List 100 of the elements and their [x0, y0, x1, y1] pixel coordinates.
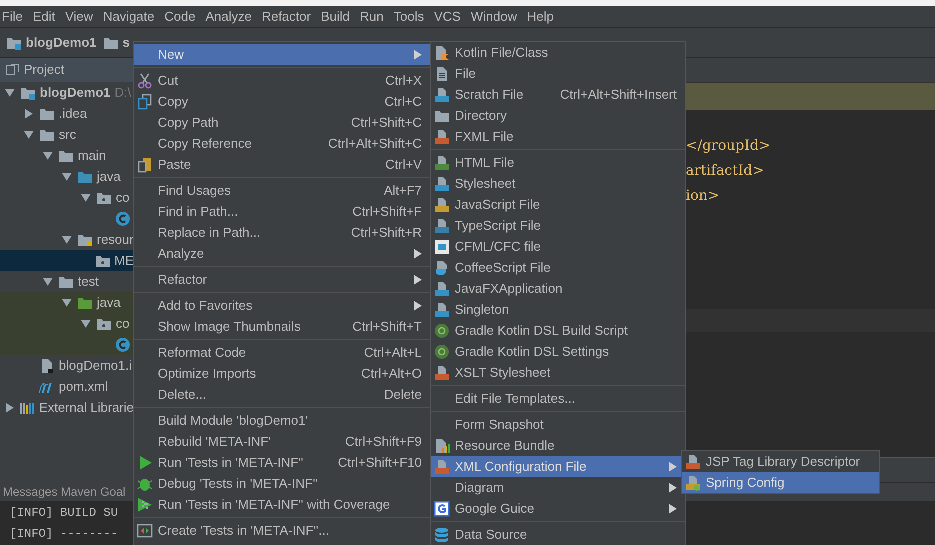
- menu-bar-item[interactable]: Code: [164, 6, 196, 26]
- menu-item[interactable]: Find in Path... Ctrl+Shift+F: [134, 201, 430, 222]
- menu-item[interactable]: Copy Reference Ctrl+Alt+Shift+C: [134, 133, 430, 154]
- menu-bar-item[interactable]: Refactor: [262, 6, 312, 26]
- menu-item[interactable]: Gradle Kotlin DSL Build Script: [431, 320, 685, 341]
- tree-row[interactable]: blogDemo1.i: [0, 355, 134, 376]
- tree-row[interactable]: .idea: [0, 103, 134, 124]
- menu-item[interactable]: Resource Bundle: [431, 435, 685, 456]
- menu-bar-item[interactable]: File: [2, 6, 23, 26]
- tree-row[interactable]: test: [0, 271, 134, 292]
- menu-item[interactable]: Kotlin File/Class: [431, 42, 685, 63]
- expand-arrow-icon[interactable]: [81, 192, 91, 202]
- expand-arrow-icon[interactable]: [62, 298, 72, 308]
- xml-file-icon: [434, 128, 450, 144]
- breadcrumb-item[interactable]: blogDemo1: [6, 32, 97, 52]
- menu-item[interactable]: Run 'Tests in 'META-INF'' with Coverage: [134, 494, 430, 515]
- menu-bar-item[interactable]: VCS: [434, 6, 461, 26]
- tree-label: java: [97, 168, 121, 186]
- menu-item[interactable]: Diagram: [431, 477, 685, 498]
- tree-row[interactable]: [0, 334, 134, 355]
- tree-row[interactable]: resour: [0, 229, 134, 250]
- menu-bar-item[interactable]: Analyze: [206, 6, 252, 26]
- menu-item[interactable]: Run 'Tests in 'META-INF'' Ctrl+Shift+F10: [134, 452, 430, 473]
- menu-bar-item[interactable]: Help: [527, 6, 554, 26]
- menu-bar-item[interactable]: Navigate: [103, 6, 155, 26]
- menu-item[interactable]: FXML File: [431, 126, 685, 147]
- expand-arrow-icon[interactable]: [62, 172, 72, 182]
- xml-file-icon: [434, 458, 450, 474]
- menu-item[interactable]: Show Image Thumbnails Ctrl+Shift+T: [134, 316, 430, 337]
- menu-item[interactable]: Singleton: [431, 299, 685, 320]
- expand-arrow-icon[interactable]: [43, 276, 53, 286]
- menu-item[interactable]: Delete... Delete: [134, 384, 430, 405]
- menu-bar-item[interactable]: Edit: [32, 6, 56, 26]
- menu-bar-item[interactable]: Build: [321, 6, 350, 26]
- menu-item[interactable]: JSP Tag Library Descriptor: [682, 451, 879, 472]
- tree-row[interactable]: blogDemo1 D:\: [0, 82, 134, 103]
- menu-item[interactable]: Paste Ctrl+V: [134, 154, 430, 175]
- menu-item[interactable]: File: [431, 63, 685, 84]
- menu-bar-item[interactable]: Window: [470, 6, 518, 26]
- menu-item[interactable]: TypeScript File: [431, 215, 685, 236]
- menu-item[interactable]: Analyze: [134, 243, 430, 264]
- menu-item[interactable]: Build Module 'blogDemo1': [134, 410, 430, 431]
- tree-label: main: [78, 146, 106, 165]
- shortcut-label: Ctrl+Alt+O: [361, 364, 422, 383]
- menu-item[interactable]: Directory: [431, 105, 685, 126]
- menu-item[interactable]: Scratch File Ctrl+Alt+Shift+Insert: [431, 84, 685, 105]
- code-line: artifactId>: [686, 162, 766, 181]
- shortcut-label: Ctrl+X: [386, 72, 422, 90]
- expand-arrow-icon[interactable]: [62, 234, 72, 244]
- menu-item[interactable]: Find Usages Alt+F7: [134, 180, 430, 201]
- tree-row[interactable]: External Librarie: [0, 397, 134, 418]
- menu-item[interactable]: Reformat Code Ctrl+Alt+L: [134, 342, 430, 363]
- menu-item[interactable]: New: [134, 44, 430, 65]
- menu-bar-item[interactable]: Run: [360, 6, 384, 26]
- collapse-arrow-icon[interactable]: [25, 108, 33, 118]
- menu-item[interactable]: CoffeeScript File: [431, 257, 685, 278]
- breadcrumb-item[interactable]: s: [102, 32, 130, 52]
- menu-item[interactable]: Replace in Path... Ctrl+Shift+R: [134, 222, 430, 243]
- menu-item[interactable]: Optimize Imports Ctrl+Alt+O: [134, 363, 430, 384]
- menu-bar-item[interactable]: Tools: [394, 6, 424, 26]
- menu-item[interactable]: Debug 'Tests in 'META-INF'': [134, 473, 430, 494]
- expand-arrow-icon[interactable]: [24, 130, 34, 140]
- menu-item[interactable]: Gradle Kotlin DSL Settings: [431, 341, 685, 362]
- expand-arrow-icon[interactable]: [81, 318, 91, 328]
- expand-arrow-icon[interactable]: [43, 150, 53, 160]
- tree-row[interactable]: src: [0, 124, 134, 145]
- menu-item[interactable]: Rebuild 'META-INF' Ctrl+Shift+F9: [134, 431, 430, 452]
- tree-row[interactable]: ME: [0, 250, 134, 271]
- menu-item[interactable]: JavaFXApplication: [431, 278, 685, 299]
- menu-item[interactable]: Data Source: [431, 524, 685, 545]
- menu-item[interactable]: Copy Path Ctrl+Shift+C: [134, 112, 430, 133]
- tree-row[interactable]: java: [0, 292, 134, 313]
- menu-item[interactable]: Form Snapshot: [431, 414, 685, 435]
- menu-item[interactable]: Create 'Tests in 'META-INF''...: [134, 520, 430, 541]
- tree-row[interactable]: main: [0, 145, 134, 166]
- tree-row[interactable]: pom.xml: [0, 376, 134, 397]
- menu-item[interactable]: JavaScript File: [431, 194, 685, 215]
- menu-item[interactable]: Add to Favorites: [134, 295, 430, 316]
- menu-item[interactable]: HTML File: [431, 152, 685, 173]
- menu-item[interactable]: Edit File Templates...: [431, 388, 685, 409]
- shortcut-label: Ctrl+Shift+F10: [338, 454, 422, 472]
- menu-bar-item[interactable]: View: [65, 6, 94, 26]
- tree-row[interactable]: co: [0, 313, 134, 334]
- kotlin-file-icon: [434, 44, 450, 60]
- expand-arrow-icon[interactable]: [5, 88, 15, 98]
- collapse-arrow-icon[interactable]: [6, 402, 14, 412]
- shortcut-label: Ctrl+Shift+F9: [345, 432, 422, 451]
- shortcut-label: Ctrl+Alt+L: [364, 344, 422, 362]
- css-file-icon: [434, 176, 450, 192]
- menu-item[interactable]: Stylesheet: [431, 173, 685, 194]
- menu-item[interactable]: Refactor: [134, 269, 430, 290]
- tree-row[interactable]: co: [0, 187, 134, 208]
- shortcut-label: Ctrl+Shift+R: [351, 224, 422, 242]
- tree-row[interactable]: java: [0, 166, 134, 187]
- menu-item[interactable]: XSLT Stylesheet: [431, 362, 685, 383]
- menu-item[interactable]: Google Guice: [431, 498, 685, 519]
- menu-item[interactable]: Cut Ctrl+X: [134, 70, 430, 91]
- menu-item[interactable]: Spring Config: [682, 472, 879, 493]
- menu-item[interactable]: Copy Ctrl+C: [134, 91, 430, 112]
- menu-item[interactable]: CFML/CFC file: [431, 236, 685, 257]
